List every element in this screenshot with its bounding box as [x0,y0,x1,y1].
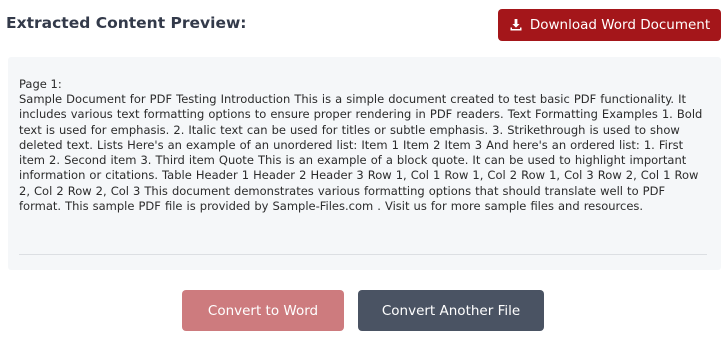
download-word-document-button[interactable]: Download Word Document [498,9,721,41]
page-number-label: Page 1: [19,77,62,91]
page: Extracted Content Preview: Download Word… [0,0,728,340]
convert-another-file-button[interactable]: Convert Another File [358,290,544,331]
preview-divider [19,254,707,255]
download-icon [509,18,523,32]
convert-to-word-button[interactable]: Convert to Word [182,290,344,331]
extracted-content-preview: Page 1: Sample Document for PDF Testing … [8,57,721,270]
download-button-label: Download Word Document [529,17,711,33]
extracted-text: Sample Document for PDF Testing Introduc… [19,92,703,214]
page-title: Extracted Content Preview: [6,14,247,32]
